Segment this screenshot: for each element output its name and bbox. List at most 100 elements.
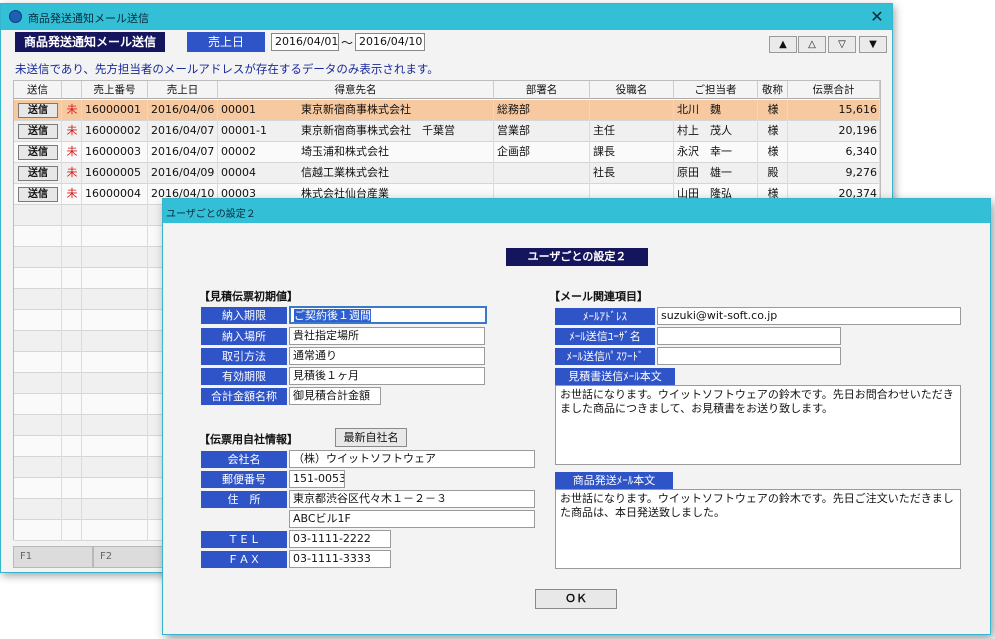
send-button[interactable]: 送信 (18, 166, 58, 181)
column-divider (61, 142, 62, 163)
send-button[interactable]: 送信 (18, 124, 58, 139)
column-divider (81, 310, 82, 331)
total-name-field[interactable]: 御見積合計金額 (289, 387, 381, 405)
page-title: 商品発送通知メール送信 (15, 32, 165, 52)
table-row[interactable]: 送信未 16000001 2016/04/06 00001 東京新宿商事株式会社 総務部 北… (14, 100, 880, 121)
column-divider (61, 205, 62, 226)
column-divider (147, 352, 148, 373)
delivery-term-field[interactable]: ご契約後１週間 (289, 306, 487, 324)
valid-period-field[interactable]: 見積後１ヶ月 (289, 367, 485, 385)
trade-method-field[interactable]: 通常通り (289, 347, 485, 365)
ship-mail-body-field[interactable]: お世話になります。ウイットソフトウェアの鈴木です。先日ご注文いただきました商品は… (555, 489, 961, 569)
column-divider (81, 499, 82, 520)
column-divider (61, 226, 62, 247)
company-name-label: 会社名 (201, 451, 287, 468)
column-divider (673, 100, 674, 121)
column-divider (147, 226, 148, 247)
column-divider (81, 478, 82, 499)
table-row[interactable]: 送信未 16000003 2016/04/07 00002 埼玉浦和株式会社 企画部 課長 永… (14, 142, 880, 163)
send-button[interactable]: 送信 (18, 145, 58, 160)
cell-dept (497, 163, 587, 183)
delivery-term-value: ご契約後１週間 (294, 309, 371, 322)
mail-address-field[interactable]: suzuki@wit-soft.co.jp (657, 307, 961, 325)
estimate-mail-body-field[interactable]: お世話になります。ウイットソフトウェアの鈴木です。先日お問合わせいただきました商… (555, 385, 961, 465)
user-settings-dialog: ユーザごとの設定２ ユーザごとの設定２ 【見積伝票初期値】 納入期限 ご契約後１… (162, 198, 991, 635)
column-divider (61, 121, 62, 142)
column-divider (757, 121, 758, 142)
cell-hon: 殿 (767, 166, 779, 179)
cell-flag: 未 (66, 103, 78, 116)
dialog-heading: ユーザごとの設定２ (506, 248, 648, 266)
estimate-section-title: 【見積伝票初期値】 (199, 290, 298, 303)
column-divider (147, 268, 148, 289)
column-divider (147, 163, 148, 184)
cell-code: 00001 (221, 103, 256, 116)
delivery-term-label: 納入期限 (201, 307, 287, 324)
dialog-title-bar[interactable]: ユーザごとの設定２ (163, 199, 990, 223)
f2-button[interactable]: F2 (93, 546, 173, 568)
column-divider (147, 478, 148, 499)
col-header-total: 伝票合計 (788, 81, 880, 99)
info-message: 未送信であり、先方担当者のメールアドレスが存在するデータのみ表示されます。 (15, 62, 439, 76)
cell-post: 課長 (593, 145, 615, 158)
column-divider (147, 142, 148, 163)
column-divider (81, 205, 82, 226)
postal-code-field[interactable]: 151-0053 (289, 470, 345, 488)
address-label: 住 所 (201, 491, 287, 508)
f1-button[interactable]: F1 (13, 546, 93, 568)
column-divider (757, 163, 758, 184)
nav-next-button[interactable]: ▽ (828, 36, 856, 53)
column-divider (673, 121, 674, 142)
address-line1-field[interactable]: 東京都渋谷区代々木１－２－３ (289, 490, 535, 508)
column-divider (61, 184, 62, 205)
mail-user-field[interactable] (657, 327, 841, 345)
cell-total: 9,276 (845, 166, 878, 179)
cell-dept: 営業部 (497, 124, 530, 137)
col-header-sales-no: 売上番号 (82, 81, 148, 99)
column-divider (81, 268, 82, 289)
column-divider (81, 436, 82, 457)
send-button[interactable]: 送信 (18, 187, 58, 202)
column-divider (147, 457, 148, 478)
nav-last-button[interactable]: ▼ (859, 36, 887, 53)
table-row[interactable]: 送信未 16000005 2016/04/09 00004 信越工業株式会社 社長 原田 雄… (14, 163, 880, 184)
date-from-field[interactable]: 2016/04/01 (271, 33, 339, 51)
column-divider (147, 100, 148, 121)
column-divider (61, 247, 62, 268)
ship-mail-body-label: 商品発送ﾒｰﾙ本文 (555, 472, 673, 489)
estimate-mail-body-label: 見積書送信ﾒｰﾙ本文 (555, 368, 675, 385)
cell-date: 2016/04/09 (151, 166, 215, 179)
cell-name: 埼玉浦和株式会社 (301, 145, 389, 158)
fax-field[interactable]: 03-1111-3333 (289, 550, 391, 568)
address-line2-field[interactable]: ABCビル1F (289, 510, 535, 528)
cell-total: 6,340 (845, 145, 878, 158)
ok-button[interactable]: ＯＫ (535, 589, 617, 609)
cell-flag: 未 (66, 124, 78, 137)
date-range-label: 売上日 (187, 32, 265, 52)
nav-prev-button[interactable]: △ (798, 36, 826, 53)
date-range-separator: ～ (341, 36, 354, 50)
cell-date: 2016/04/07 (151, 145, 215, 158)
column-divider (493, 163, 494, 184)
company-name-field[interactable]: （株）ウイットソフトウェア (289, 450, 535, 468)
close-icon[interactable]: ✕ (867, 7, 887, 27)
tel-field[interactable]: 03-1111-2222 (289, 530, 391, 548)
delivery-place-field[interactable]: 貴社指定場所 (289, 327, 485, 345)
company-section-title: 【伝票用自社情報】 (199, 433, 298, 446)
postal-code-label: 郵便番号 (201, 471, 287, 488)
mail-password-field[interactable] (657, 347, 841, 365)
column-divider (81, 457, 82, 478)
cell-flag: 未 (66, 187, 78, 200)
column-divider (81, 394, 82, 415)
main-title-bar[interactable]: 商品発送通知メール送信 ✕ (1, 4, 892, 30)
trade-method-label: 取引方法 (201, 348, 287, 365)
send-button[interactable]: 送信 (18, 103, 58, 118)
column-divider (879, 121, 880, 142)
latest-company-button[interactable]: 最新自社名 (335, 428, 407, 447)
date-to-field[interactable]: 2016/04/10 (355, 33, 425, 51)
table-row[interactable]: 送信未 16000002 2016/04/07 00001-1 東京新宿商事株式会社 千… (14, 121, 880, 142)
column-divider (147, 247, 148, 268)
nav-first-button[interactable]: ▲ (769, 36, 797, 53)
cell-flag: 未 (66, 145, 78, 158)
column-divider (787, 100, 788, 121)
